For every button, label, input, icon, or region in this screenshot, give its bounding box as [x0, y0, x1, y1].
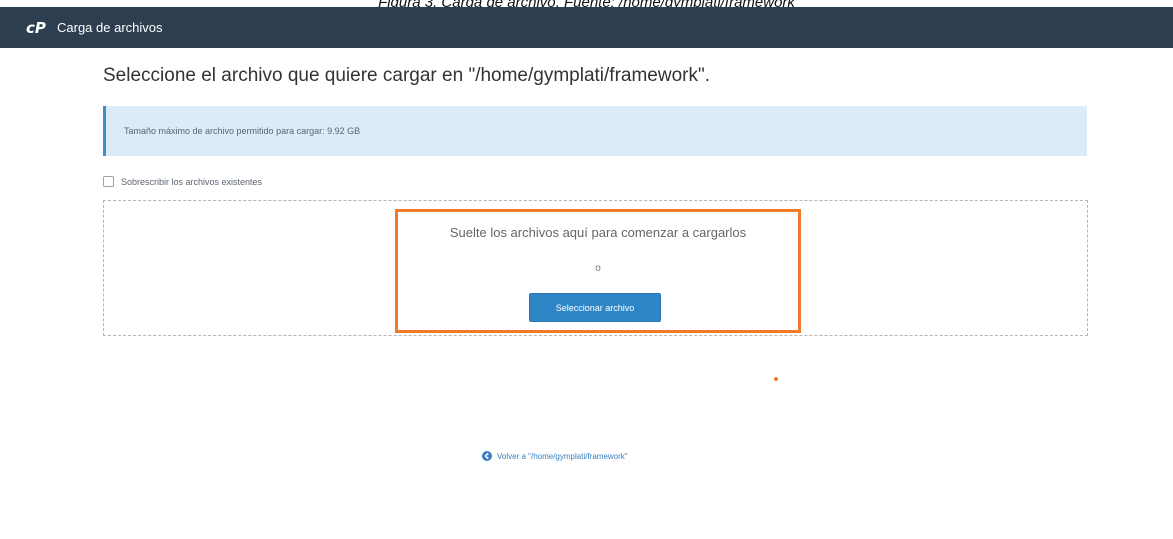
cpanel-logo-icon[interactable]: cP [26, 20, 50, 36]
app-title: Carga de archivos [57, 20, 163, 35]
or-separator: o [595, 263, 601, 274]
overwrite-label[interactable]: Sobrescribir los archivos existentes [121, 177, 262, 187]
page-title: Seleccione el archivo que quiere cargar … [103, 65, 711, 86]
overwrite-checkbox[interactable] [103, 176, 114, 187]
svg-text:cP: cP [26, 20, 46, 36]
overwrite-option[interactable]: Sobrescribir los archivos existentes [103, 176, 262, 187]
back-link[interactable]: Volver a "/home/gymplati/framework" [482, 451, 628, 461]
top-bar: cP Carga de archivos [0, 7, 1173, 48]
back-link-label[interactable]: Volver a "/home/gymplati/framework" [497, 452, 628, 461]
annotation-dot [774, 377, 778, 381]
dropzone-text: Suelte los archivos aquí para comenzar a… [449, 225, 747, 240]
info-alert: Tamaño máximo de archivo permitido para … [103, 106, 1087, 156]
max-size-info: Tamaño máximo de archivo permitido para … [124, 126, 361, 136]
arrow-circle-left-icon [482, 451, 492, 461]
figure-caption: Figura 3. Carga de archivo, Fuente: /hom… [0, 0, 1173, 7]
select-file-button[interactable]: Seleccionar archivo [529, 293, 661, 322]
